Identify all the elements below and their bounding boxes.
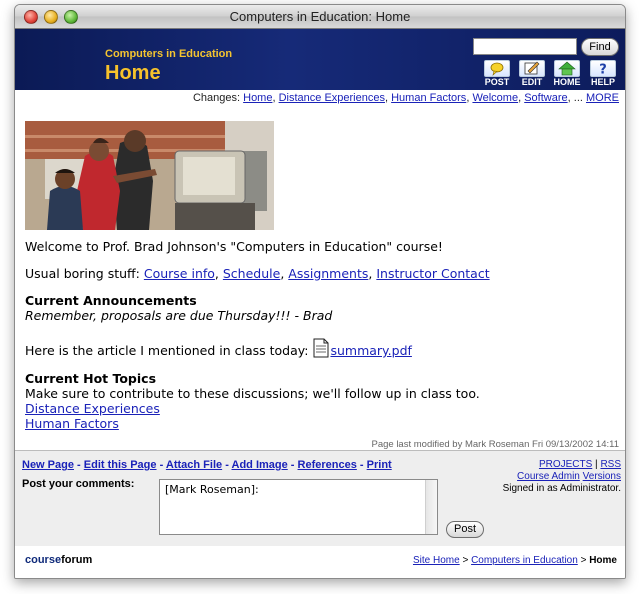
- change-link-distance-experiences[interactable]: Distance Experiences: [279, 92, 385, 104]
- changes-more-link[interactable]: MORE: [586, 92, 619, 104]
- post-comments-label: Post your comments:: [22, 478, 135, 490]
- assignments-link[interactable]: Assignments: [288, 266, 368, 281]
- course-admin-link[interactable]: Course Admin: [517, 471, 580, 482]
- signed-in-status: Signed in as Administrator.: [502, 483, 621, 494]
- breadcrumb-current: Home: [589, 555, 617, 566]
- schedule-link[interactable]: Schedule: [223, 266, 280, 281]
- hot-topics-heading: Current Hot Topics: [25, 371, 157, 386]
- svg-text:?: ?: [599, 63, 607, 77]
- page-title: Home: [105, 62, 161, 84]
- usual-stuff-label: Usual boring stuff:: [25, 266, 140, 281]
- projects-link[interactable]: PROJECTS: [539, 459, 592, 470]
- site-name: Computers in Education: [105, 48, 233, 60]
- references-link[interactable]: References: [298, 459, 357, 471]
- page-actions-bar: New Page - Edit this Page - Attach File …: [22, 459, 392, 471]
- page-actions-panel: New Page - Edit this Page - Attach File …: [15, 451, 625, 546]
- changes-ellipsis: ...: [573, 92, 583, 104]
- browser-window: Computers in Education: Home Computers i…: [14, 4, 626, 579]
- home-icon: [554, 60, 580, 77]
- site-banner: Computers in Education Home Find POST ED…: [15, 29, 625, 90]
- courseforum-logo[interactable]: courseforum: [25, 554, 92, 566]
- course-info-link[interactable]: Course info: [144, 266, 215, 281]
- print-link[interactable]: Print: [367, 459, 392, 471]
- recent-changes-bar: Changes: Home, Distance Experiences, Hum…: [192, 92, 619, 104]
- post-comment-button[interactable]: Post: [446, 521, 484, 538]
- help-tool-button[interactable]: ? HELP: [587, 60, 619, 88]
- home-tool-label: HOME: [553, 77, 581, 87]
- site-footer: courseforum Site Home > Computers in Edu…: [15, 546, 625, 578]
- add-image-link[interactable]: Add Image: [232, 459, 288, 471]
- instructor-contact-link[interactable]: Instructor Contact: [376, 266, 489, 281]
- title-bar: Computers in Education: Home: [15, 5, 625, 29]
- change-link-welcome[interactable]: Welcome: [472, 92, 518, 104]
- article-line: Here is the article I mentioned in class…: [25, 338, 412, 358]
- change-link-home[interactable]: Home: [243, 92, 272, 104]
- comment-textarea[interactable]: [Mark Roseman]:: [159, 479, 438, 535]
- last-modified-text: Page last modified by Mark Roseman Fri 0…: [371, 439, 620, 450]
- admin-links: PROJECTS | RSS Course Admin Versions Sig…: [502, 459, 621, 494]
- change-link-software[interactable]: Software: [524, 92, 567, 104]
- search-input[interactable]: [473, 38, 577, 55]
- edit-tool-label: EDIT: [521, 77, 543, 87]
- announcement-text: Remember, proposals are due Thursday!!! …: [25, 308, 333, 323]
- breadcrumb-site-home[interactable]: Site Home: [413, 555, 460, 566]
- edit-tool-button[interactable]: EDIT: [516, 60, 548, 88]
- find-button[interactable]: Find: [581, 38, 619, 56]
- summary-pdf-link[interactable]: summary.pdf: [330, 343, 411, 358]
- versions-link[interactable]: Versions: [583, 471, 621, 482]
- breadcrumb: Site Home > Computers in Education > Hom…: [412, 555, 617, 566]
- human-factors-link[interactable]: Human Factors: [25, 416, 119, 431]
- attach-file-link[interactable]: Attach File: [166, 459, 222, 471]
- edit-icon: [519, 60, 545, 77]
- hot-topic-item: Distance Experiences: [25, 401, 160, 416]
- article-text: Here is the article I mentioned in class…: [25, 343, 309, 358]
- breadcrumb-course[interactable]: Computers in Education: [471, 555, 578, 566]
- distance-experiences-link[interactable]: Distance Experiences: [25, 401, 160, 416]
- window-title: Computers in Education: Home: [229, 9, 411, 24]
- hot-topic-item: Human Factors: [25, 416, 119, 431]
- hot-topics-text: Make sure to contribute to these discuss…: [25, 386, 480, 401]
- page-content: Welcome to Prof. Brad Johnson's "Compute…: [25, 121, 620, 431]
- home-tool-button[interactable]: HOME: [551, 60, 583, 88]
- comment-scrollbar[interactable]: [425, 480, 437, 534]
- comment-text: [Mark Roseman]:: [165, 483, 259, 496]
- new-page-link[interactable]: New Page: [22, 459, 74, 471]
- announcements-heading: Current Announcements: [25, 293, 197, 308]
- post-tool-label: POST: [484, 77, 510, 87]
- changes-label: Changes:: [192, 92, 241, 104]
- document-icon[interactable]: [312, 338, 330, 358]
- help-icon: ?: [590, 60, 616, 77]
- classroom-photo: [25, 121, 274, 230]
- help-tool-label: HELP: [590, 77, 615, 87]
- rss-link[interactable]: RSS: [600, 459, 621, 470]
- change-link-human-factors[interactable]: Human Factors: [391, 92, 466, 104]
- post-tool-button[interactable]: POST: [481, 60, 513, 88]
- post-icon: [484, 60, 510, 77]
- welcome-text: Welcome to Prof. Brad Johnson's "Compute…: [25, 239, 443, 254]
- edit-page-link[interactable]: Edit this Page: [84, 459, 157, 471]
- usual-stuff-line: Usual boring stuff: Course info, Schedul…: [25, 266, 490, 281]
